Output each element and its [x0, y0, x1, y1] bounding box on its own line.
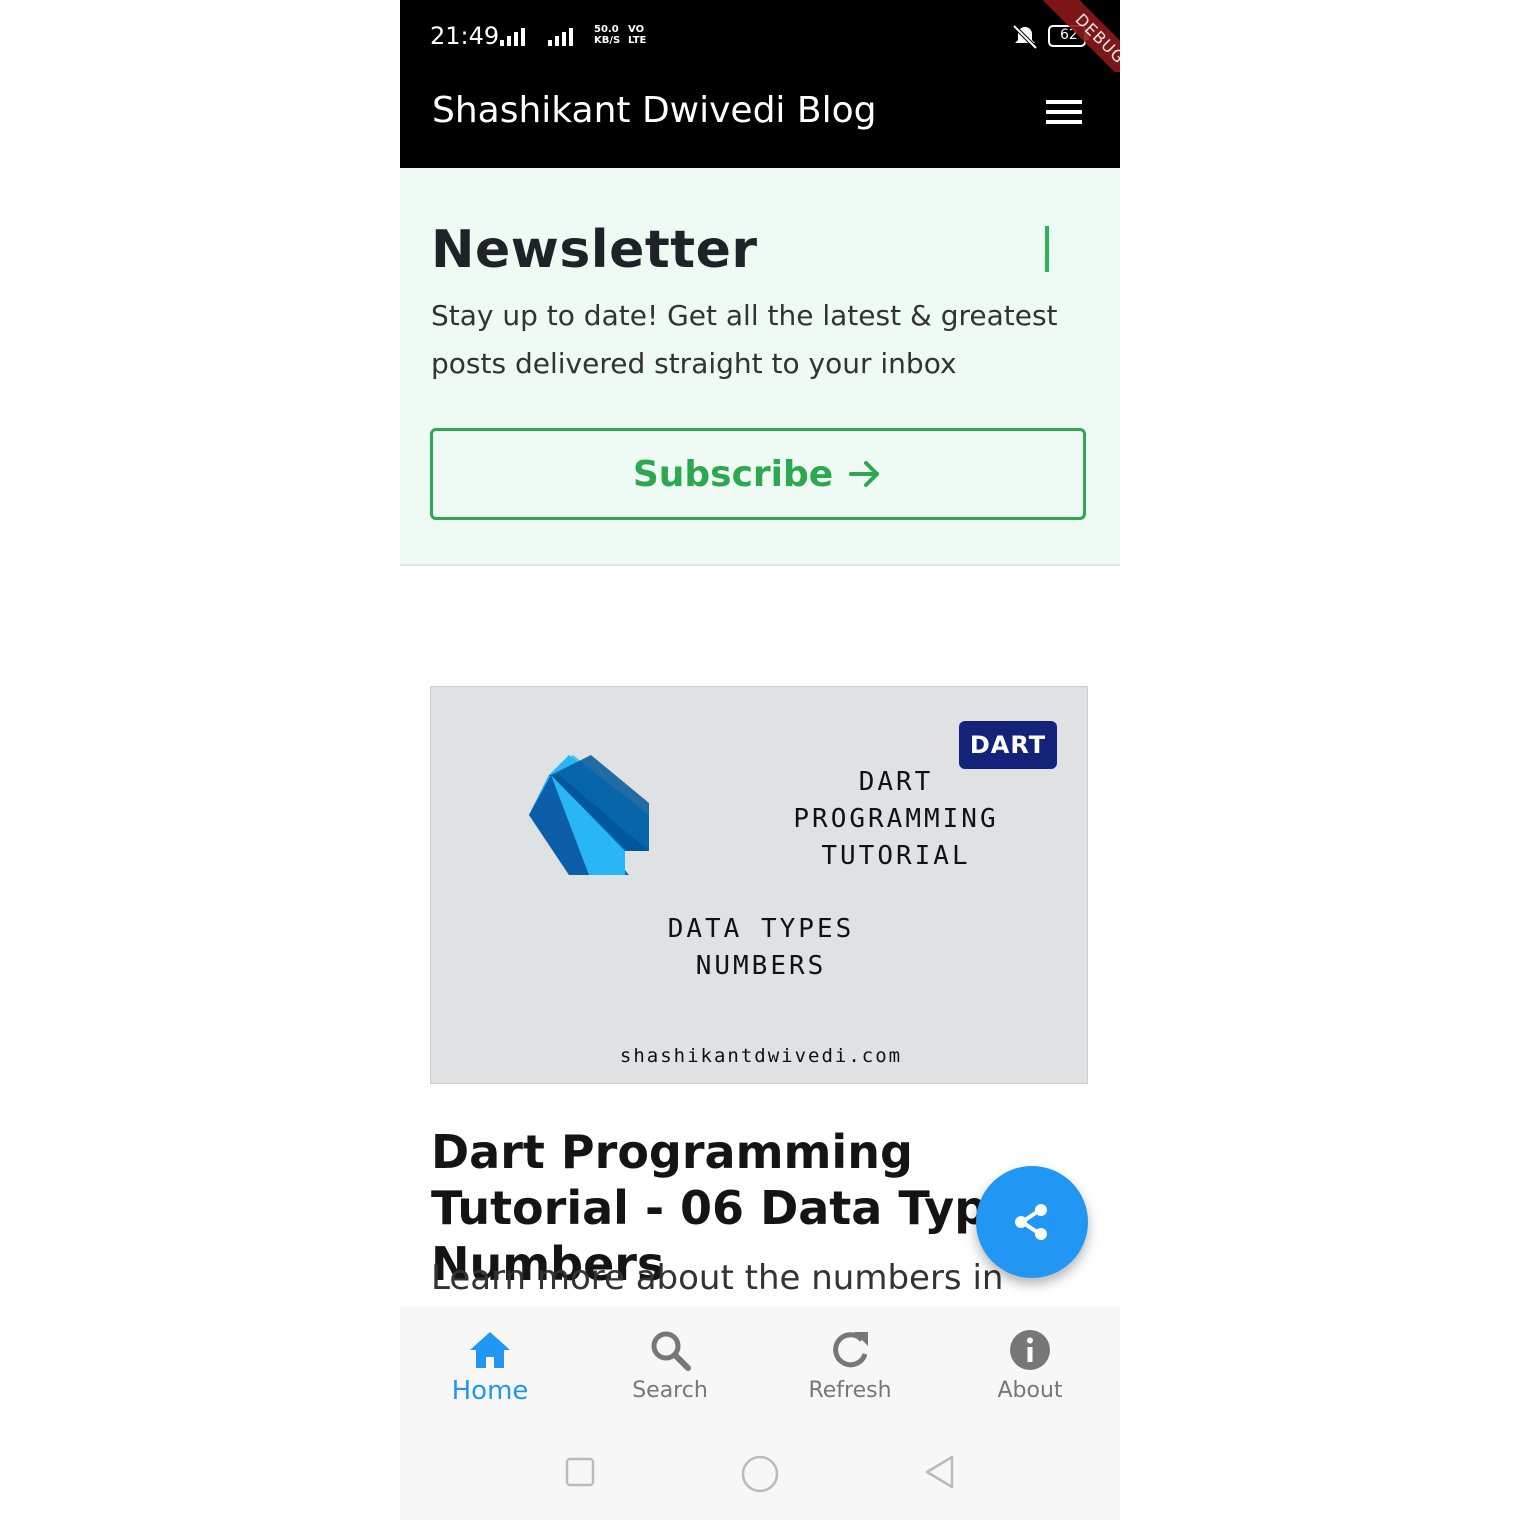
vibrate-mute-icon: [1012, 24, 1038, 50]
home-circle-icon[interactable]: [740, 1454, 780, 1494]
newsletter-description: Stay up to date! Get all the latest & gr…: [431, 299, 1058, 380]
newsletter-section: Newsletter Stay up to date! Get all the …: [400, 168, 1120, 566]
image-heading-line: TUTORIAL: [821, 841, 971, 871]
search-icon: [651, 1331, 691, 1371]
post-thumbnail[interactable]: DART DART PROGRAMMING TUTORIAL DATA TYPE…: [430, 686, 1088, 1084]
info-icon: [1010, 1330, 1050, 1370]
back-icon[interactable]: [922, 1454, 958, 1490]
nav-label: Refresh: [808, 1378, 892, 1403]
nav-item-about[interactable]: About: [940, 1306, 1120, 1432]
nav-item-refresh[interactable]: Refresh: [760, 1306, 940, 1432]
nav-item-search[interactable]: Search: [580, 1306, 760, 1432]
accent-bar: [1045, 226, 1049, 272]
phone-screen: 21:49 50.0 KB/S VO LTE 62 DEBUG Shashika…: [400, 0, 1120, 1520]
image-heading-line: DART: [858, 767, 934, 797]
system-navigation-bar: [400, 1432, 1120, 1520]
image-site-url: shashikantdwivedi.com: [619, 1045, 903, 1067]
signal-icon: [548, 26, 573, 46]
signal-icon: [500, 26, 525, 46]
app-bar: Shashikant Dwivedi Blog: [400, 72, 1120, 168]
post-excerpt: Learn more about the numbers in: [431, 1258, 1004, 1298]
nav-label: Search: [632, 1378, 708, 1403]
image-heading-line: PROGRAMMING: [793, 804, 999, 834]
volte-indicator: VO LTE: [628, 24, 647, 46]
bottom-navigation: Home Search Refresh About: [400, 1306, 1120, 1432]
arrow-right-icon: [849, 461, 880, 487]
nav-label: Home: [451, 1376, 529, 1406]
dart-logo-icon: [529, 755, 649, 875]
status-time: 21:49: [430, 22, 500, 50]
share-icon: [1015, 1204, 1047, 1240]
subscribe-button[interactable]: Subscribe: [430, 428, 1086, 520]
recent-apps-icon[interactable]: [564, 1456, 596, 1488]
newsletter-title: Newsletter: [431, 220, 758, 280]
image-topic-line: NUMBERS: [695, 951, 827, 981]
home-icon: [470, 1332, 510, 1368]
image-topic-line: DATA TYPES: [667, 914, 855, 944]
hamburger-menu-icon[interactable]: [1046, 100, 1086, 128]
nav-label: About: [997, 1378, 1063, 1403]
subscribe-label: Subscribe: [632, 453, 834, 495]
nav-item-home[interactable]: Home: [400, 1306, 580, 1432]
app-title: Shashikant Dwivedi Blog: [432, 90, 877, 131]
network-speed: 50.0 KB/S: [594, 24, 621, 46]
dart-badge: DART: [959, 721, 1057, 769]
status-bar: 21:49 50.0 KB/S VO LTE 62 DEBUG: [400, 0, 1120, 119]
share-button[interactable]: [976, 1166, 1088, 1278]
refresh-icon: [833, 1332, 868, 1368]
